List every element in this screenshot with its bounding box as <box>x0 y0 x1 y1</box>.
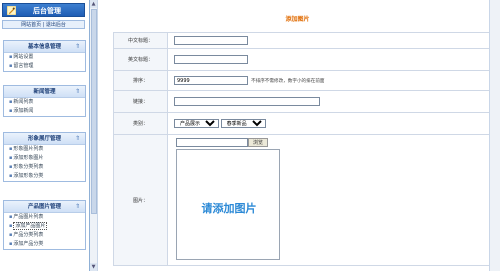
file-path-input[interactable] <box>176 138 248 147</box>
sidebar-item-product-list[interactable]: ▪产品图片列表 <box>4 213 85 222</box>
category-primary-select[interactable]: 产品展示 <box>174 119 219 128</box>
sidebar-item-add-image[interactable]: ▪添加形象图片 <box>4 154 85 163</box>
collapse-icon[interactable]: ⇑ <box>75 86 80 98</box>
sort-hint: 不排序不需修改，数字小的排在前面 <box>251 78 325 84</box>
panel-title: 形象展厅管理 <box>27 136 61 142</box>
image-form: 中文标题： 英文标题： 排序： 不排序不需修改，数字小的排在前面 链接： 类别：… <box>113 32 490 266</box>
cn-title-label: 中文标题： <box>113 32 168 49</box>
panel-header-product-images[interactable]: 产品图片管理 ⇑ <box>4 201 85 213</box>
panel-header-basic-info[interactable]: 基本信息管理 ⇑ <box>4 41 85 53</box>
scroll-down-icon[interactable]: ▼ <box>90 263 97 271</box>
link-input[interactable] <box>174 97 320 106</box>
sidebar-item-product-category-list[interactable]: ▪产品分类列表 <box>4 231 85 240</box>
sidebar-item-messages[interactable]: ▪留言管理 <box>4 62 85 71</box>
panel-image-hall: 形象展厅管理 ⇑ ▪形象图片列表 ▪添加形象图片 ▪形象分类列表 ▪添加形象分类 <box>3 132 86 182</box>
category-label: 类别： <box>113 112 168 135</box>
sidebar: 后台管理 网站首页 | 退出后台 基本信息管理 ⇑ ▪网站设置 ▪留言管理 新闻… <box>0 0 90 271</box>
collapse-icon[interactable]: ⇑ <box>75 133 80 145</box>
sidebar-scrollbar[interactable]: ▲ ▼ <box>90 0 98 271</box>
file-upload: 浏览 <box>176 138 269 147</box>
category-secondary-select[interactable]: 春季新品 <box>220 119 266 128</box>
sidebar-item-image-list[interactable]: ▪形象图片列表 <box>4 145 85 154</box>
scroll-up-icon[interactable]: ▲ <box>90 0 97 8</box>
sidebar-item-add-news[interactable]: ▪添加新闻 <box>4 107 85 116</box>
sidebar-item-site-settings[interactable]: ▪网站设置 <box>4 53 85 62</box>
logo-title: 后台管理 <box>33 7 61 15</box>
sidebar-item-add-image-category[interactable]: ▪添加形象分类 <box>4 172 85 181</box>
scrollbar-thumb[interactable] <box>91 9 97 214</box>
panel-header-news[interactable]: 新闻管理 ⇑ <box>4 86 85 98</box>
sidebar-item-add-product-category[interactable]: ▪添加产品分类 <box>4 240 85 249</box>
panel-news: 新闻管理 ⇑ ▪新闻列表 ▪添加新闻 <box>3 85 86 117</box>
panel-basic-info: 基本信息管理 ⇑ ▪网站设置 ▪留言管理 <box>3 40 86 72</box>
cn-title-input[interactable] <box>174 36 248 45</box>
sidebar-item-news-list[interactable]: ▪新闻列表 <box>4 98 85 107</box>
panel-title: 基本信息管理 <box>27 44 61 50</box>
link-label: 链接： <box>113 90 168 113</box>
sidebar-logo: 后台管理 <box>2 3 85 17</box>
collapse-icon[interactable]: ⇑ <box>75 201 80 213</box>
page-title: 添加图片 <box>285 16 310 23</box>
en-title-input[interactable] <box>174 55 248 64</box>
browse-button[interactable]: 浏览 <box>248 138 269 147</box>
image-placeholder-text: 请添加图片 <box>201 202 257 215</box>
sidebar-item-image-category-list[interactable]: ▪形象分类列表 <box>4 163 85 172</box>
panel-product-images: 产品图片管理 ⇑ ▪产品图片列表 ▪ 添加产品图片 ▪产品分类列表 ▪添加产品分类 <box>3 200 86 250</box>
collapse-icon[interactable]: ⇑ <box>75 41 80 53</box>
brush-icon <box>7 6 16 15</box>
quick-links[interactable]: 网站首页 | 退出后台 <box>2 20 85 29</box>
panel-title: 新闻管理 <box>33 89 56 95</box>
sort-input[interactable] <box>174 76 248 85</box>
image-label: 图片： <box>113 134 168 266</box>
panel-title: 产品图片管理 <box>27 204 61 210</box>
panel-header-image-hall[interactable]: 形象展厅管理 ⇑ <box>4 133 85 145</box>
en-title-label: 英文标题： <box>113 48 168 71</box>
sort-label: 排序： <box>113 70 168 91</box>
main-content: 添加图片 中文标题： 英文标题： 排序： 不排序不需修改，数字小的排在前面 链接… <box>105 0 500 271</box>
image-preview[interactable]: 请添加图片 <box>176 149 280 260</box>
sidebar-item-add-product[interactable]: ▪ 添加产品图片 <box>4 222 85 231</box>
page-scrollbar[interactable] <box>489 0 500 271</box>
